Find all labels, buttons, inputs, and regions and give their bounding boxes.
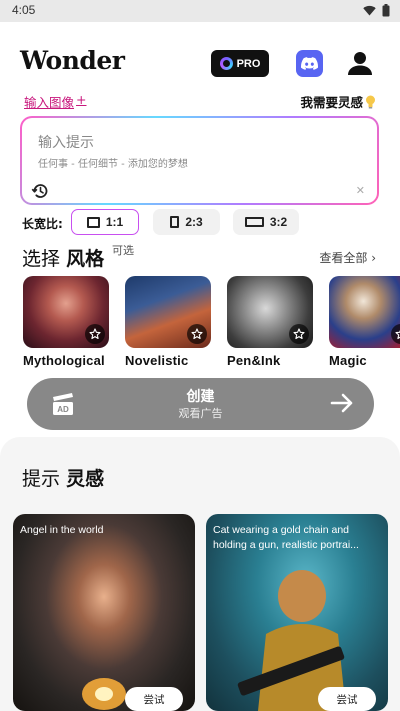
square-ratio-icon (86, 216, 100, 228)
prompt-inspiration-section: 提示 灵感 Angel in the world 尝试 Cat wearing … (0, 437, 400, 711)
aspect-ratio-row: 长宽比: 1:1 2:3 3:2 (0, 208, 400, 236)
style-section-title: 选择 风格 (22, 244, 104, 271)
favorite-star-icon[interactable] (187, 324, 207, 344)
style-title-prefix: 选择 (22, 248, 61, 270)
prompt-placeholder-title: 输入提示 (38, 135, 94, 151)
try-button[interactable]: 尝试 (125, 687, 183, 711)
style-name: Pen&Ink (227, 353, 281, 368)
ratio-option-2-3[interactable]: 2:3 (153, 209, 220, 235)
style-card-mythological[interactable]: Mythological (23, 276, 109, 368)
style-thumbnail (125, 276, 211, 348)
inspiration-prompt-text: Angel in the world (20, 524, 104, 536)
see-all-label: 查看全部 (319, 251, 368, 265)
battery-icon (382, 4, 390, 17)
create-label: 创建 (186, 389, 215, 405)
prompt-input-box[interactable]: 输入提示 任何事 - 任何细节 - 添加您的梦想 ✕ (20, 116, 379, 205)
need-inspiration-label: 我需要灵感 (300, 95, 363, 110)
inspiration-prompt-text: Cat wearing a gold chain and holding a g… (213, 524, 359, 551)
style-card-novelistic[interactable]: Novelistic (125, 276, 211, 368)
ratio-option-label: 2:3 (185, 215, 203, 229)
style-optional-label: 可选 (112, 244, 134, 257)
ratio-option-label: 1:1 (105, 215, 124, 229)
status-bar: 4:05 (0, 0, 400, 22)
profile-icon[interactable] (347, 50, 373, 76)
inspiration-title-prefix: 提示 (22, 468, 61, 490)
favorite-star-icon[interactable] (289, 324, 309, 344)
discord-button[interactable] (296, 50, 323, 77)
inspiration-card[interactable]: Cat wearing a gold chain and holding a g… (206, 514, 388, 711)
portrait-ratio-icon (170, 216, 180, 228)
lightbulb-icon (366, 95, 375, 108)
history-icon[interactable] (31, 182, 49, 200)
status-icons (363, 4, 390, 17)
upload-plus-icon: + (76, 92, 87, 107)
style-thumbnail (329, 276, 400, 348)
try-button[interactable]: 尝试 (318, 687, 376, 711)
ratio-option-1-1[interactable]: 1:1 (71, 209, 139, 235)
prompt-placeholder-subtitle: 任何事 - 任何细节 - 添加您的梦想 (38, 159, 188, 170)
pro-button[interactable]: PRO (211, 50, 269, 77)
clear-icon[interactable]: ✕ (356, 184, 365, 197)
need-inspiration-link[interactable]: 我需要灵感 (300, 92, 376, 111)
pro-ring-icon (219, 57, 233, 70)
style-section-header: 选择 风格 可选 查看全部 › (0, 240, 400, 270)
see-all-styles-link[interactable]: 查看全部 › (319, 249, 376, 266)
upload-image-link[interactable]: 输入图像 + (24, 92, 87, 111)
style-card-pen-ink[interactable]: Pen&Ink (227, 276, 313, 368)
style-card-magic[interactable]: Magic (329, 276, 400, 368)
style-thumbnail (227, 276, 313, 348)
create-sublabel: 观看广告 (178, 407, 223, 420)
ratio-option-3-2[interactable]: 3:2 (233, 209, 299, 235)
discord-icon (301, 57, 318, 70)
inspiration-card[interactable]: Angel in the world 尝试 (13, 514, 195, 711)
status-time: 4:05 (12, 3, 36, 17)
favorite-star-icon[interactable] (85, 324, 105, 344)
style-title-main: 风格 (66, 248, 105, 270)
angel-glow-decoration (82, 678, 126, 710)
pro-label: PRO (236, 57, 261, 70)
inspiration-title-main: 灵感 (66, 468, 105, 490)
prompt-input-inner[interactable]: 输入提示 任何事 - 任何细节 - 添加您的梦想 ✕ (22, 118, 377, 203)
app-logo: Wonder (20, 46, 125, 75)
link-row: 输入图像 + 我需要灵感 (0, 90, 400, 112)
app-header: Wonder PRO (0, 40, 400, 86)
landscape-ratio-icon (244, 217, 264, 227)
style-name: Mythological (23, 353, 105, 368)
arrow-right-icon (330, 393, 353, 413)
wifi-icon (363, 5, 376, 16)
create-button[interactable]: AD 创建 观看广告 (27, 378, 374, 430)
style-name: Magic (329, 353, 367, 368)
upload-image-label: 输入图像 (24, 95, 75, 110)
style-thumbnail (23, 276, 109, 348)
chevron-right-icon: › (371, 251, 376, 265)
style-name: Novelistic (125, 353, 189, 368)
inspiration-title: 提示 灵感 (22, 464, 104, 491)
favorite-star-icon[interactable] (391, 324, 400, 344)
style-list[interactable]: Mythological Novelistic Pen&Ink Magic (0, 276, 400, 374)
aspect-ratio-label: 长宽比: (22, 217, 63, 231)
ratio-option-label: 3:2 (269, 215, 288, 229)
